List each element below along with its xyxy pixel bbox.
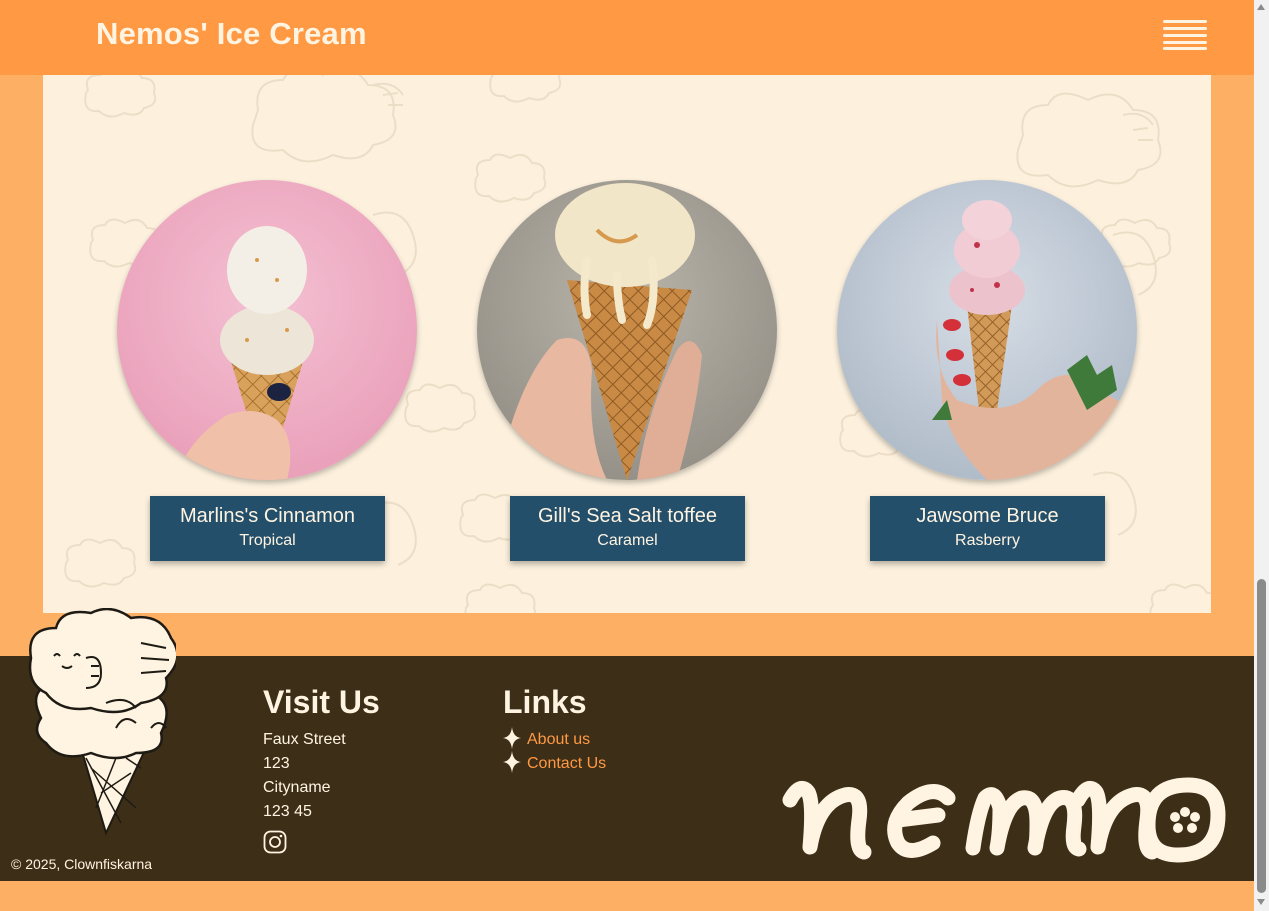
page-scrollbar[interactable] — [1254, 0, 1269, 911]
address-postcode: 123 45 — [263, 803, 312, 820]
product-name: Jawsome Bruce — [916, 505, 1059, 527]
sparkle-star-icon — [503, 727, 521, 749]
links-heading: Links — [503, 684, 587, 720]
nemo-logo — [782, 777, 1226, 863]
bottom-strip — [0, 881, 1254, 911]
product-label: Jawsome Bruce Rasberry — [870, 496, 1105, 561]
product-flavor: Caramel — [597, 532, 658, 549]
scroll-down-arrow-icon[interactable] — [1257, 899, 1265, 905]
product-image — [837, 180, 1137, 480]
product-image — [477, 180, 777, 480]
product-image — [117, 180, 417, 480]
scrollbar-thumb[interactable] — [1257, 579, 1266, 893]
copyright-text: © 2025, Clownfiskarna — [11, 856, 153, 872]
instagram-icon[interactable] — [263, 830, 287, 854]
visit-us-heading: Visit Us — [263, 684, 380, 720]
sparkle-star-icon — [503, 751, 521, 773]
products-panel: Marlins's Cinnamon Tropical Gill's Sea S… — [43, 75, 1211, 613]
address-city: Cityname — [263, 779, 331, 796]
contact-us-link[interactable]: Contact Us — [527, 755, 606, 773]
product-flavor: Rasberry — [955, 532, 1020, 549]
address-street: Faux Street — [263, 731, 346, 748]
scroll-up-arrow-icon[interactable] — [1257, 4, 1265, 10]
product-flavor: Tropical — [239, 532, 296, 549]
address-number: 123 — [263, 755, 290, 772]
product-label: Marlins's Cinnamon Tropical — [150, 496, 385, 561]
product-name: Gill's Sea Salt toffee — [537, 505, 718, 527]
hamburger-menu-icon[interactable] — [1163, 18, 1207, 52]
product-label: Gill's Sea Salt toffee Caramel — [510, 496, 745, 561]
ice-cream-mascot-icon — [28, 608, 176, 836]
about-us-link[interactable]: About us — [527, 731, 590, 749]
site-header: Nemos' Ice Cream — [0, 0, 1254, 75]
site-title[interactable]: Nemos' Ice Cream — [96, 16, 367, 52]
product-name: Marlins's Cinnamon — [180, 505, 355, 527]
